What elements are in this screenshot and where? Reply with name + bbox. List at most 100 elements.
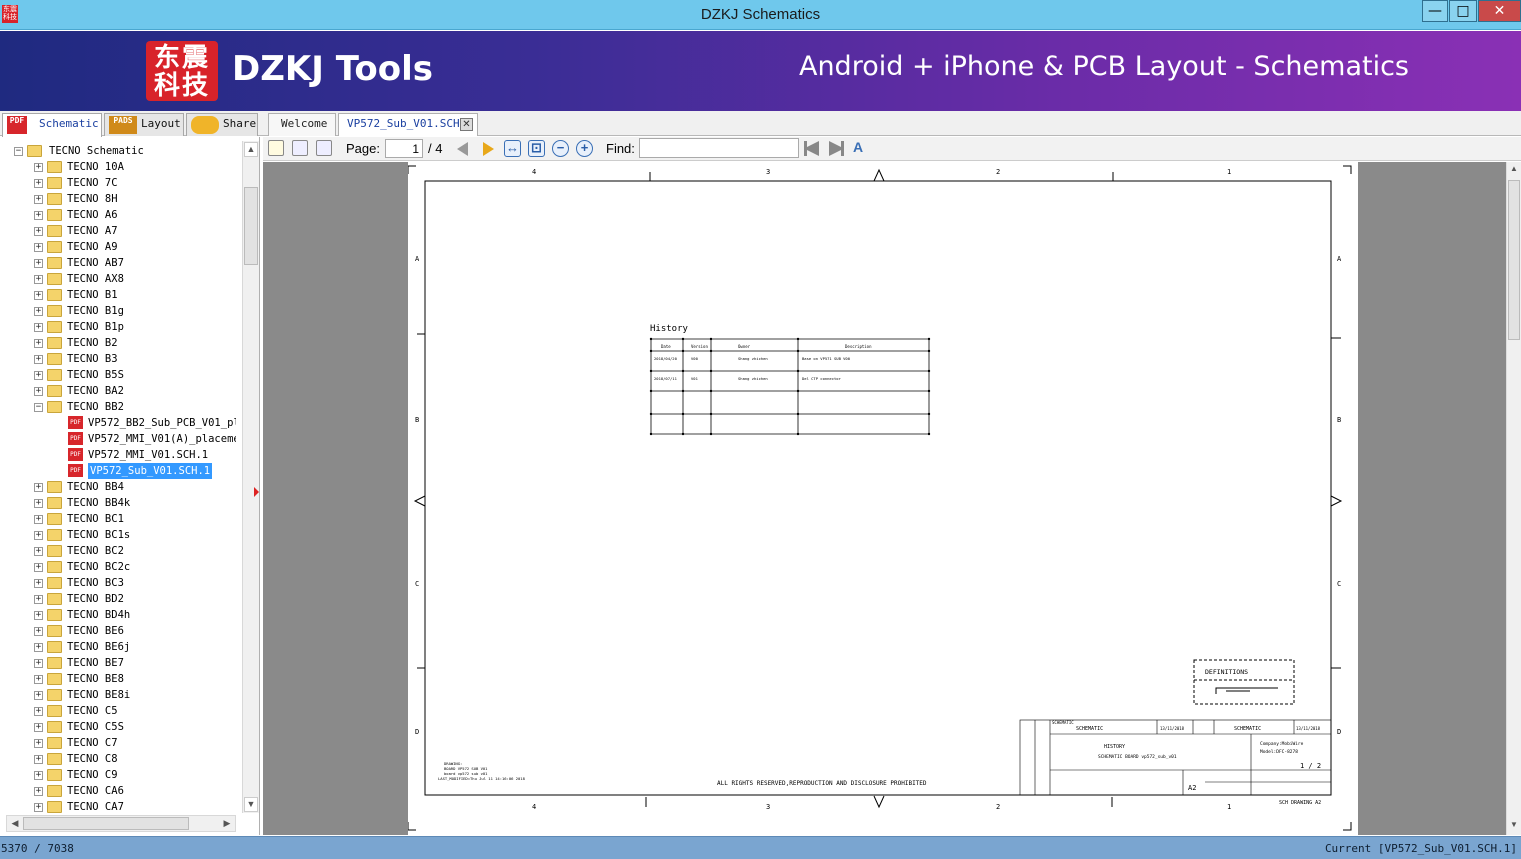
tree-horizontal-scrollbar[interactable]: ◀ ▶ (6, 815, 236, 832)
title-block-text: SCHEMATIC (1052, 720, 1074, 725)
pdf-file-icon: PDF (68, 432, 83, 445)
folder-icon (47, 801, 62, 813)
find-input[interactable] (639, 138, 799, 158)
expand-icon[interactable]: + (34, 675, 43, 684)
prev-page-icon[interactable] (457, 142, 468, 156)
expand-icon[interactable]: + (34, 179, 43, 188)
scroll-up-icon[interactable]: ▲ (244, 142, 258, 157)
expand-icon[interactable]: + (34, 531, 43, 540)
highlight-text-icon[interactable]: A (853, 139, 863, 155)
expand-icon[interactable]: + (34, 595, 43, 604)
tree-folder-label: TECNO BB2 (67, 401, 124, 413)
tab-layout[interactable]: PADS Layout (104, 113, 184, 136)
expand-icon[interactable]: + (34, 739, 43, 748)
viewer-vertical-scrollbar[interactable]: ▲ ▼ (1506, 162, 1521, 835)
tree-vertical-scrollbar[interactable]: ▲ ▼ (242, 141, 259, 813)
expand-icon[interactable]: + (34, 563, 43, 572)
expand-icon[interactable]: + (34, 499, 43, 508)
folder-icon (47, 721, 62, 733)
maximize-button[interactable]: □ (1449, 0, 1477, 22)
scroll-down-icon[interactable]: ▼ (244, 797, 258, 812)
brand-logo: 东震科技 (146, 41, 218, 101)
h-scroll-thumb[interactable] (23, 817, 189, 830)
expand-icon[interactable]: + (34, 787, 43, 796)
expand-icon[interactable]: + (34, 291, 43, 300)
expand-icon[interactable]: + (34, 387, 43, 396)
folder-icon (47, 193, 62, 205)
expand-icon[interactable]: + (34, 723, 43, 732)
title-block-size: A2 (1188, 784, 1196, 792)
expand-icon[interactable]: + (34, 275, 43, 284)
title-block-product: SCHEMATIC BOARD vp572_sub_v01 (1098, 754, 1177, 760)
folder-icon (47, 369, 62, 381)
tab-schematic[interactable]: PDF Schematic (2, 113, 102, 137)
tree-folder-label: TECNO BD4h (67, 609, 131, 621)
folder-icon (47, 737, 62, 749)
expand-icon[interactable]: + (34, 339, 43, 348)
pdf-file-icon: PDF (68, 464, 83, 477)
expand-icon[interactable]: + (34, 707, 43, 716)
expand-icon[interactable]: + (34, 579, 43, 588)
tree-folder-label: TECNO B5S (67, 369, 124, 381)
scroll-right-icon[interactable]: ▶ (220, 817, 234, 830)
title-bar: 东震科技 DZKJ Schematics — □ ✕ (0, 0, 1521, 30)
collapse-icon[interactable]: − (34, 403, 43, 412)
expand-icon[interactable]: + (34, 163, 43, 172)
next-page-icon[interactable] (483, 142, 494, 156)
folder-icon (47, 161, 62, 173)
expand-icon[interactable]: + (34, 755, 43, 764)
find-next-icon[interactable] (829, 141, 844, 156)
viewer-scroll-up-icon[interactable]: ▲ (1508, 164, 1520, 177)
find-previous-icon[interactable] (804, 141, 819, 156)
expand-icon[interactable]: + (34, 483, 43, 492)
copy-icon[interactable] (268, 140, 284, 156)
copy-all-icon[interactable] (316, 140, 332, 156)
history-cell: 2018/04/20 (654, 356, 678, 361)
expand-icon[interactable]: + (34, 355, 43, 364)
tab-share[interactable]: Share (186, 113, 258, 136)
folder-icon (47, 577, 62, 589)
doc-tab-welcome[interactable]: Welcome (268, 113, 336, 136)
tree-folder-label: TECNO CA7 (67, 801, 124, 813)
zoom-in-icon[interactable]: + (576, 140, 593, 157)
splitter-handle-icon[interactable] (254, 487, 259, 497)
expand-icon[interactable]: + (34, 323, 43, 332)
history-cell: Shang zhichen (738, 376, 768, 381)
expand-icon[interactable]: + (34, 643, 43, 652)
doc-tab-active[interactable]: VP572_Sub_V01.SCH.1 ✕ (338, 113, 478, 136)
history-cell: Del CTP connector (802, 376, 842, 381)
expand-icon[interactable]: + (34, 195, 43, 204)
expand-icon[interactable]: + (34, 771, 43, 780)
minimize-button[interactable]: — (1422, 0, 1448, 22)
expand-icon[interactable]: + (34, 259, 43, 268)
expand-icon[interactable]: + (34, 547, 43, 556)
tree-folder-label: TECNO BC2c (67, 561, 131, 573)
expand-icon[interactable]: + (34, 371, 43, 380)
page-input[interactable] (385, 139, 423, 158)
viewer-scroll-down-icon[interactable]: ▼ (1508, 820, 1520, 833)
scroll-thumb[interactable] (244, 187, 258, 265)
expand-icon[interactable]: + (34, 691, 43, 700)
fit-page-icon[interactable]: ⊡ (528, 140, 545, 157)
fit-width-icon[interactable]: ↔ (504, 140, 521, 157)
copy-page-icon[interactable] (292, 140, 308, 156)
collapse-icon[interactable]: − (14, 147, 23, 156)
banner: 东震科技 DZKJ Tools Android + iPhone & PCB L… (0, 31, 1521, 111)
tree-folder-label: TECNO C5S (67, 721, 124, 733)
scroll-left-icon[interactable]: ◀ (8, 817, 22, 830)
expand-icon[interactable]: + (34, 515, 43, 524)
expand-icon[interactable]: + (34, 307, 43, 316)
expand-icon[interactable]: + (34, 659, 43, 668)
expand-icon[interactable]: + (34, 227, 43, 236)
viewer-scroll-thumb[interactable] (1508, 180, 1520, 340)
expand-icon[interactable]: + (34, 243, 43, 252)
document-viewer[interactable]: 4 4 3 3 2 2 1 1 A A B B C C D D History Date Version Owne… (263, 162, 1506, 835)
tree-folder-label: TECNO B1g (67, 305, 124, 317)
expand-icon[interactable]: + (34, 803, 43, 812)
expand-icon[interactable]: + (34, 627, 43, 636)
close-tab-icon[interactable]: ✕ (460, 118, 473, 131)
expand-icon[interactable]: + (34, 211, 43, 220)
zoom-out-icon[interactable]: − (552, 140, 569, 157)
close-button[interactable]: ✕ (1478, 0, 1521, 22)
expand-icon[interactable]: + (34, 611, 43, 620)
